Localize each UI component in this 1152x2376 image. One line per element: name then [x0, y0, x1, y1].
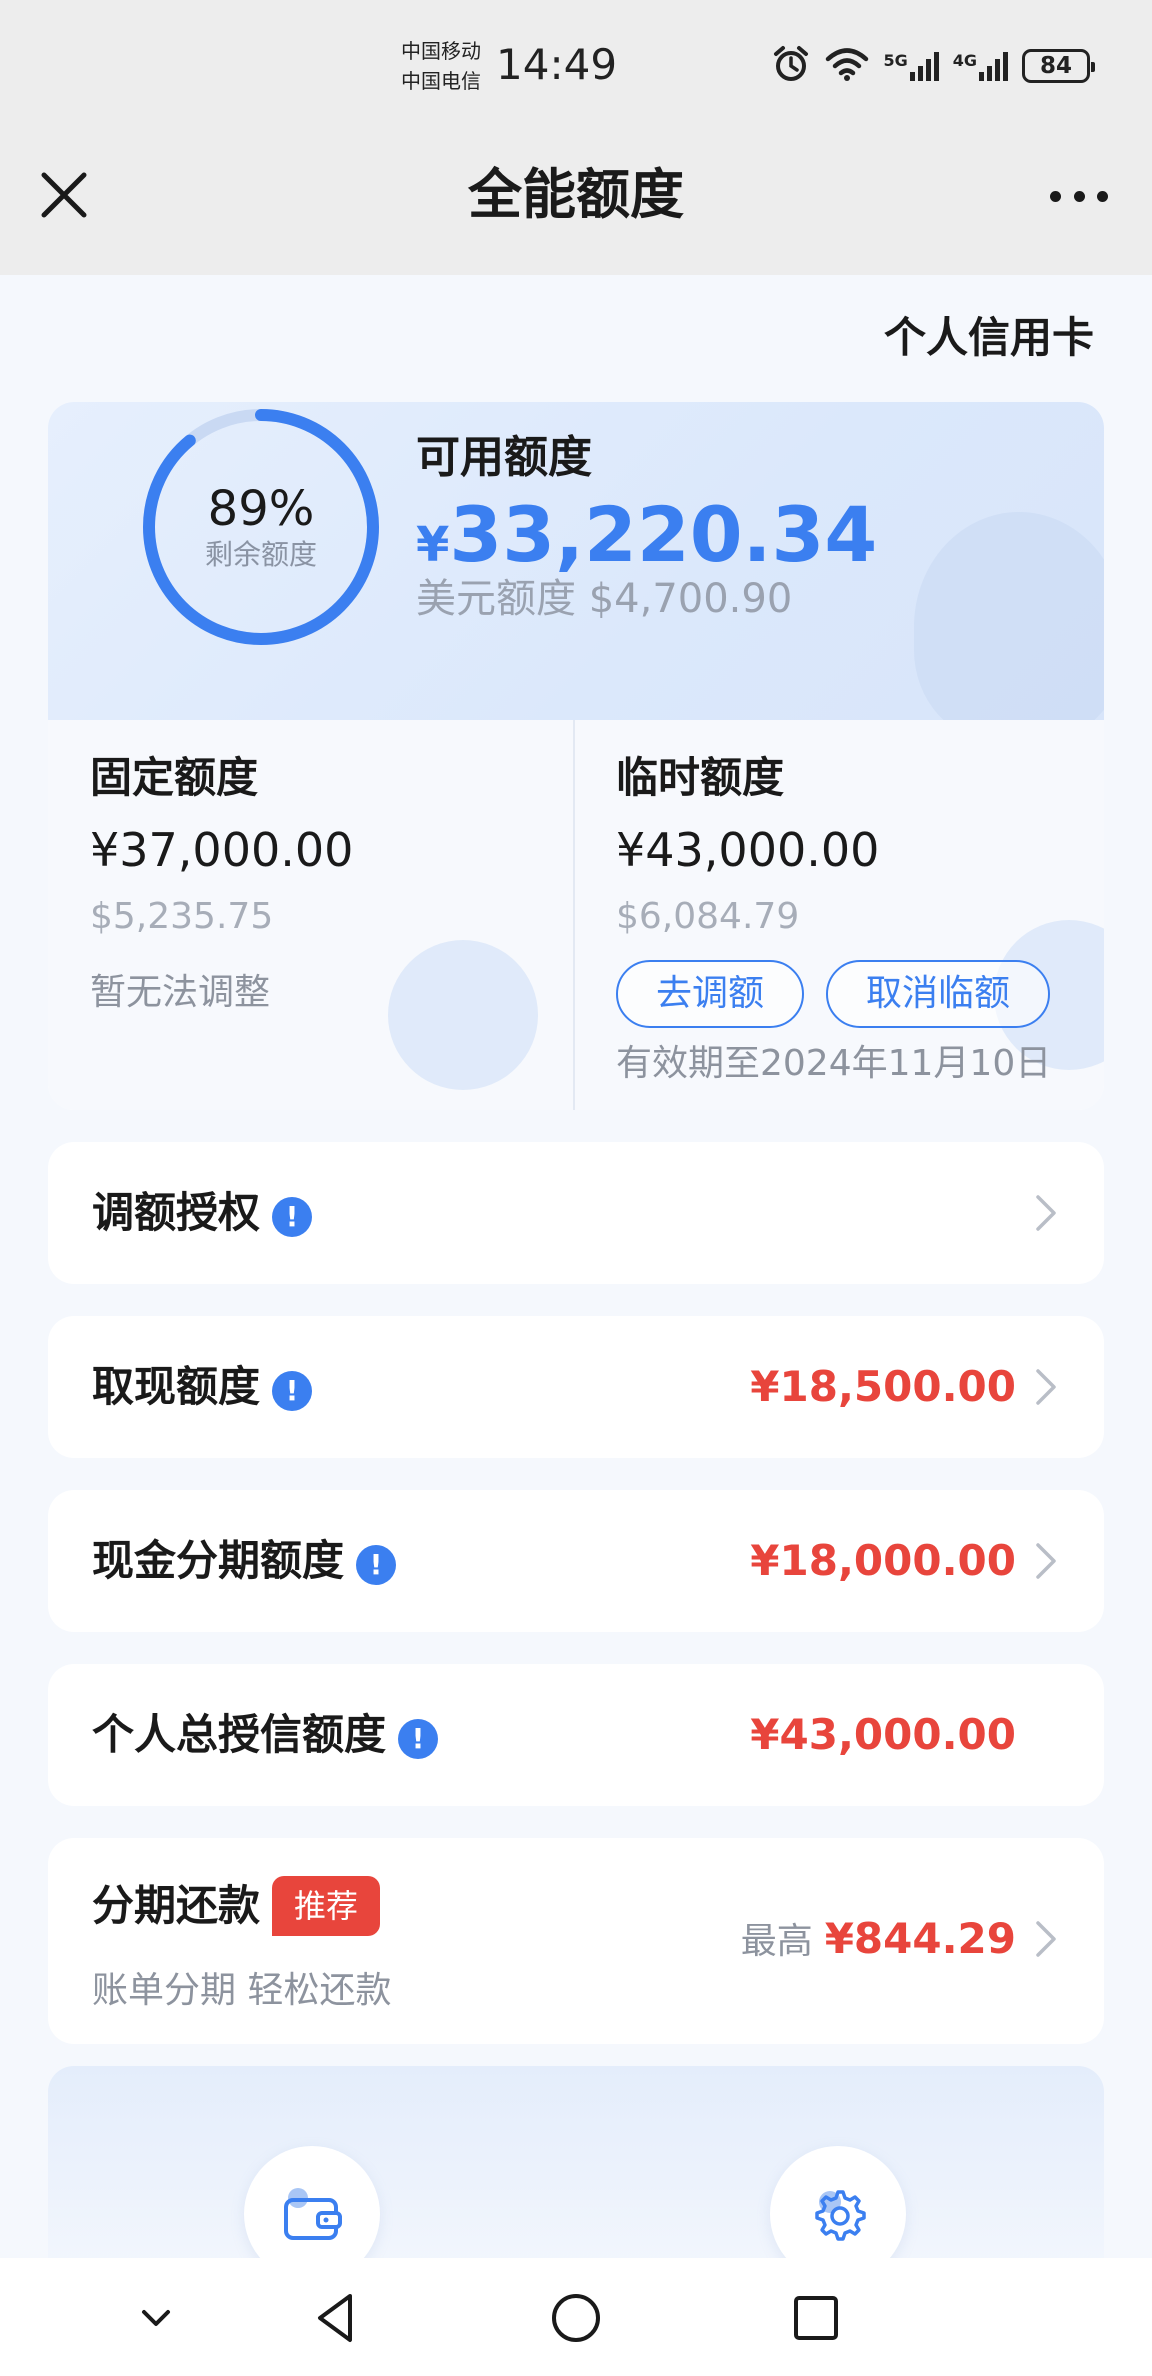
temp-credit-amount: ¥43,000.00 [616, 823, 880, 877]
status-time: 14:49 [496, 40, 618, 89]
chevron-right-icon [1036, 1921, 1056, 1957]
row-label: 分期还款 [92, 1881, 261, 1930]
carrier-names: 中国移动 中国电信 [401, 36, 481, 96]
home-circle-icon[interactable] [546, 2288, 606, 2348]
temp-credit-title: 临时额度 [616, 753, 785, 802]
ring-center: 89% 剩余额度 [136, 402, 386, 652]
row-label: 现金分期额度 [92, 1536, 345, 1585]
wallet-feature-button[interactable] [244, 2146, 380, 2266]
fixed-credit-amount: ¥37,000.00 [90, 823, 354, 877]
row-label-wrap: 现金分期额度 ! [92, 1533, 397, 1589]
status-icons: 5G 4G 84 [771, 44, 1095, 88]
row-installment-repayment[interactable]: 分期还款 推荐 账单分期 轻松还款 最高 ¥844.29 [48, 1838, 1104, 2044]
info-icon[interactable]: ! [398, 1719, 439, 1759]
info-icon[interactable]: ! [272, 1197, 313, 1237]
card-type-selector[interactable]: 个人信用卡 [884, 310, 1094, 366]
top-area: 中国移动 中国电信 14:49 5G 4G 84 全能额度 [0, 0, 1152, 275]
temp-credit-expiry: 有效期至2024年11月10日 [616, 1043, 1052, 1084]
signal-4g-icon: 4G [953, 51, 1008, 81]
row-credit-authorization[interactable]: 调额授权 ! [48, 1142, 1104, 1284]
more-options-button[interactable] [1044, 171, 1114, 221]
row-cash-installment-limit[interactable]: 现金分期额度 ! ¥18,000.00 [48, 1490, 1104, 1632]
max-prefix: 最高 [740, 1921, 813, 1962]
wallet-icon [284, 2188, 342, 2240]
decorative-pig-illustration [914, 512, 1104, 742]
credit-summary-card: 89% 剩余额度 可用额度 ¥33,220.34 美元额度 $4,700.90 … [48, 402, 1104, 1110]
signal-5g-icon: 5G [883, 51, 939, 81]
row-total-credit-limit: 个人总授信额度 ! ¥43,000.00 [48, 1664, 1104, 1806]
row-label-wrap: 取现额度 ! [92, 1359, 313, 1415]
row-label: 取现额度 [92, 1362, 261, 1411]
temp-credit-column: 临时额度 ¥43,000.00 $6,084.79 去调额 取消临额 有效期至2… [616, 750, 1051, 1088]
row-value: ¥18,000.00 [750, 1536, 1016, 1585]
fixed-credit-note: 暂无法调整 [90, 972, 271, 1013]
header: 全能额度 [0, 135, 1152, 275]
carrier-1: 中国移动 [401, 39, 481, 63]
row-label-wrap: 个人总授信额度 ! [92, 1707, 439, 1763]
credit-breakdown: 固定额度 ¥37,000.00 $5,235.75 暂无法调整 临时额度 ¥43… [48, 720, 1104, 1110]
row-subtitle: 账单分期 轻松还款 [92, 1970, 392, 2011]
decorative-coin-illustration [388, 940, 538, 1090]
recommended-badge: 推荐 [272, 1876, 381, 1936]
row-label: 调额授权 [92, 1188, 261, 1237]
remaining-credit-ring: 89% 剩余额度 [136, 402, 386, 652]
available-amount-value: 33,220.34 [449, 490, 878, 579]
fixed-credit-column: 固定额度 ¥37,000.00 $5,235.75 暂无法调整 [90, 750, 353, 1016]
chevron-right-icon [1036, 1369, 1056, 1405]
system-navigation-bar [0, 2258, 1152, 2376]
remaining-percent: 89% [207, 481, 315, 537]
row-value-wrap: 最高 ¥844.29 [741, 1911, 1016, 1970]
page-title: 全能额度 [468, 163, 684, 226]
row-value: ¥844.29 [824, 1914, 1016, 1963]
available-credit-section: 89% 剩余额度 可用额度 ¥33,220.34 美元额度 $4,700.90 [48, 402, 1104, 742]
adjust-credit-button[interactable]: 去调额 [616, 960, 805, 1028]
info-icon[interactable]: ! [272, 1371, 313, 1411]
status-bar: 中国移动 中国电信 14:49 5G 4G 84 [0, 0, 1152, 135]
usd-credit-line: 美元额度 $4,700.90 [416, 576, 793, 622]
chevron-right-icon [1036, 1543, 1056, 1579]
more-dot-icon [1097, 190, 1108, 202]
temp-credit-actions: 去调额 取消临额 [616, 960, 1051, 1028]
row-label-wrap: 分期还款 推荐 [92, 1876, 381, 1936]
recents-square-icon[interactable] [786, 2288, 846, 2348]
gear-icon [815, 2190, 866, 2241]
chevron-right-icon [1036, 1195, 1056, 1231]
divider [573, 720, 575, 1110]
remaining-label: 剩余额度 [204, 538, 317, 571]
row-value: ¥43,000.00 [750, 1710, 1016, 1759]
available-credit-label: 可用额度 [416, 432, 592, 483]
fixed-credit-title: 固定额度 [90, 753, 259, 802]
info-icon[interactable]: ! [356, 1545, 397, 1585]
row-label: 个人总授信额度 [92, 1710, 387, 1759]
wifi-icon [825, 46, 869, 86]
back-triangle-icon[interactable] [306, 2288, 366, 2348]
row-label-wrap: 调额授权 ! [92, 1185, 313, 1241]
currency-symbol: ¥ [416, 517, 450, 573]
row-cash-withdrawal-limit[interactable]: 取现额度 ! ¥18,500.00 [48, 1316, 1104, 1458]
more-dot-icon [1073, 190, 1085, 202]
carrier-2: 中国电信 [401, 69, 481, 93]
more-dot-icon [1050, 190, 1061, 202]
row-value: ¥18,500.00 [750, 1362, 1016, 1411]
feature-panel [48, 2066, 1104, 2266]
settings-feature-button[interactable] [770, 2146, 906, 2266]
fixed-credit-usd: $5,235.75 [90, 896, 274, 937]
battery-icon: 84 [1022, 49, 1095, 83]
temp-credit-usd: $6,084.79 [616, 896, 800, 937]
cancel-temp-credit-button[interactable]: 取消临额 [826, 960, 1051, 1028]
chevron-down-icon[interactable] [126, 2288, 186, 2348]
alarm-icon [771, 44, 811, 88]
